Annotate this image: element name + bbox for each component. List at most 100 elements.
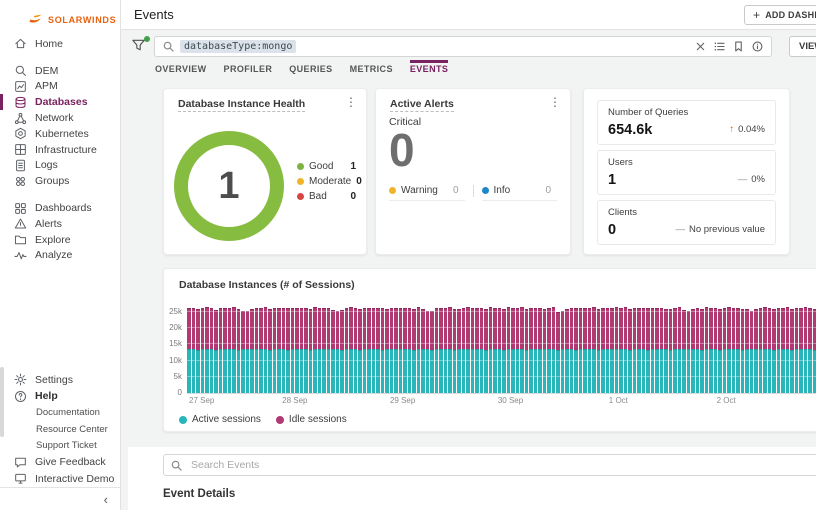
chart-bar[interactable] [353, 308, 357, 393]
chart-bar[interactable] [610, 308, 614, 393]
sidebar-item-databases[interactable]: Databases [0, 94, 120, 111]
filter-search-bar[interactable]: databaseType:mongo [154, 36, 772, 57]
chart-bar[interactable] [754, 309, 758, 393]
chart-bar[interactable] [326, 308, 330, 393]
chart-bar[interactable] [281, 308, 285, 393]
chart-bar[interactable] [223, 308, 227, 393]
sidebar-item-analyze[interactable]: Analyze [0, 248, 120, 264]
chart-bar[interactable] [668, 309, 672, 393]
chart-bar[interactable] [254, 308, 258, 393]
view-button[interactable]: VIEW [789, 36, 816, 57]
chart-bar[interactable] [655, 308, 659, 393]
sidebar-item-help[interactable]: Help [0, 388, 120, 405]
chart-bar[interactable] [682, 310, 686, 393]
sidebar-subitem-resource-center[interactable]: Resource Center [0, 421, 120, 438]
chart-bar[interactable] [709, 308, 713, 393]
chart-bar[interactable] [619, 308, 623, 393]
chart-bar[interactable] [403, 308, 407, 393]
chart-bar[interactable] [286, 308, 290, 393]
chart-bar[interactable] [457, 309, 461, 393]
chart-bar[interactable] [322, 308, 326, 393]
sidebar-item-give-feedback[interactable]: Give Feedback [0, 454, 120, 471]
chart-bar[interactable] [295, 308, 299, 393]
chart-bar[interactable] [718, 309, 722, 393]
sidebar-subitem-documentation[interactable]: Documentation [0, 405, 120, 422]
filter-button[interactable] [131, 36, 151, 56]
chart-bar[interactable] [524, 309, 528, 393]
chart-bar[interactable] [380, 308, 384, 393]
chart-bar[interactable] [515, 308, 519, 393]
chart-bar[interactable] [434, 308, 438, 393]
chart-bar[interactable] [781, 308, 785, 393]
chart-bar[interactable] [317, 308, 321, 393]
sidebar-item-groups[interactable]: Groups [0, 173, 120, 189]
chart-bar[interactable] [218, 308, 222, 393]
chart-bar[interactable] [569, 308, 573, 393]
sidebar-item-dashboards[interactable]: Dashboards [0, 200, 120, 216]
chart-bar[interactable] [736, 308, 740, 393]
chart-bar[interactable] [425, 311, 429, 393]
bookmark-icon[interactable] [733, 41, 744, 52]
chart-bar[interactable] [200, 308, 204, 393]
chart-bar[interactable] [335, 311, 339, 393]
chart-bar[interactable] [686, 311, 690, 393]
tab-queries[interactable]: QUERIES [289, 60, 332, 74]
add-dashboard-button[interactable]: + ADD DASHBOARD [744, 5, 816, 25]
chart-bar[interactable] [209, 308, 213, 393]
sidebar-item-network[interactable]: Network [0, 110, 120, 126]
chart-bar[interactable] [727, 307, 731, 393]
chart-bar[interactable] [241, 311, 245, 393]
chart-bar[interactable] [794, 308, 798, 393]
sidebar-item-dem[interactable]: DEM [0, 63, 120, 79]
chart-bar[interactable] [758, 308, 762, 393]
chart-bar[interactable] [475, 308, 479, 393]
chart-bar[interactable] [376, 308, 380, 393]
sidebar-item-logs[interactable]: Logs [0, 158, 120, 174]
info-icon[interactable] [752, 41, 763, 52]
chart-bar[interactable] [628, 309, 632, 393]
filter-tag[interactable]: databaseType:mongo [180, 40, 297, 53]
chart-bar[interactable] [263, 307, 267, 393]
chart-bar[interactable] [763, 307, 767, 393]
chart-bar[interactable] [259, 308, 263, 393]
chart-bar[interactable] [340, 310, 344, 393]
chart-bar[interactable] [673, 308, 677, 393]
chart-bar[interactable] [790, 309, 794, 393]
chart-bar[interactable] [439, 308, 443, 393]
chart-bar[interactable] [430, 311, 434, 393]
chart-bar[interactable] [344, 308, 348, 393]
chart-bar[interactable] [371, 308, 375, 393]
chart-bar[interactable] [299, 308, 303, 393]
chart-bar[interactable] [308, 309, 312, 393]
chart-bar[interactable] [799, 308, 803, 393]
chart-bar[interactable] [331, 310, 335, 393]
chart-bar[interactable] [484, 309, 488, 393]
chart-bar[interactable] [394, 308, 398, 393]
chart-bar[interactable] [470, 308, 474, 393]
chart-bar[interactable] [605, 308, 609, 393]
chart-bar[interactable] [745, 309, 749, 393]
chart-bar[interactable] [583, 308, 587, 393]
chart-bar[interactable] [776, 308, 780, 393]
legend-active-sessions[interactable]: Active sessions [179, 414, 261, 425]
chart-bar[interactable] [556, 312, 560, 393]
chart-bar[interactable] [398, 308, 402, 393]
chart-bar[interactable] [772, 309, 776, 393]
chart-bar[interactable] [785, 307, 789, 393]
chart-bar[interactable] [502, 309, 506, 393]
kebab-menu-icon[interactable]: ⋮ [549, 96, 561, 108]
chart-bar[interactable] [700, 309, 704, 393]
legend-idle-sessions[interactable]: Idle sessions [275, 414, 347, 425]
sidebar-item-infrastructure[interactable]: Infrastructure [0, 142, 120, 158]
chart-bar[interactable] [565, 309, 569, 393]
chart-bar[interactable] [385, 309, 389, 393]
sidebar-item-kubernetes[interactable]: Kubernetes [0, 126, 120, 142]
chart-bar[interactable] [578, 308, 582, 393]
kebab-menu-icon[interactable]: ⋮ [345, 96, 357, 108]
chart-bar[interactable] [236, 309, 240, 393]
chart-bar[interactable] [412, 309, 416, 393]
chart-bar[interactable] [448, 307, 452, 393]
chart-bar[interactable] [389, 308, 393, 393]
chart-bar[interactable] [542, 309, 546, 393]
chart-bar[interactable] [304, 308, 308, 393]
